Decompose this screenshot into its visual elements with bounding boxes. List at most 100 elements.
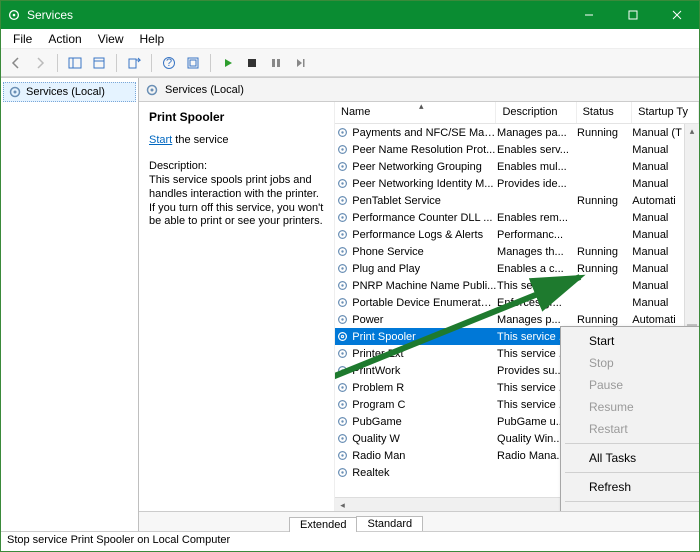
column-name[interactable]: Name — [335, 102, 496, 123]
service-name: Plug and Play — [350, 263, 497, 275]
service-status: Running — [577, 314, 632, 326]
service-row[interactable]: PenTablet ServiceRunningAutomati — [335, 192, 699, 209]
service-description: Performanc... — [497, 229, 577, 241]
service-description: Enables mul... — [497, 161, 577, 173]
service-name: Peer Networking Grouping — [350, 161, 497, 173]
service-row[interactable]: Performance Logs & AlertsPerformanc...Ma… — [335, 226, 699, 243]
service-description: Manages pa... — [497, 127, 577, 139]
selected-service-name: Print Spooler — [149, 110, 324, 124]
description-label: Description: — [149, 160, 324, 172]
service-description: Manages th... — [497, 246, 577, 258]
gear-icon — [8, 85, 22, 99]
menu-view[interactable]: View — [90, 30, 132, 48]
service-row[interactable]: Phone ServiceManages th...RunningManual — [335, 243, 699, 260]
service-row[interactable]: Peer Networking GroupingEnables mul...Ma… — [335, 158, 699, 175]
ctx-start[interactable]: Start — [563, 330, 699, 352]
gear-icon — [335, 228, 350, 241]
gear-icon — [335, 194, 350, 207]
export-button[interactable] — [123, 52, 145, 74]
tab-extended[interactable]: Extended — [289, 517, 357, 532]
stop-service-button[interactable] — [241, 52, 263, 74]
svg-text:?: ? — [166, 57, 172, 69]
gear-icon — [335, 330, 350, 343]
gear-icon — [335, 160, 350, 173]
service-name: PubGame — [350, 416, 497, 428]
service-row[interactable]: Peer Name Resolution Prot...Enables serv… — [335, 141, 699, 158]
services-app-icon — [7, 8, 21, 22]
gear-icon — [335, 126, 350, 139]
menu-help[interactable]: Help — [132, 30, 173, 48]
scroll-up-icon[interactable]: ▴ — [685, 124, 699, 139]
service-description: Provides ide... — [497, 178, 577, 190]
service-name: PenTablet Service — [350, 195, 497, 207]
ctx-properties[interactable]: Properties — [563, 505, 699, 511]
refresh-button[interactable] — [182, 52, 204, 74]
service-name: Peer Networking Identity M... — [350, 178, 497, 190]
service-description: Enforces gr... — [497, 297, 577, 309]
service-description: Enables rem... — [497, 212, 577, 224]
back-button[interactable] — [5, 52, 27, 74]
service-name: Print Spooler — [350, 331, 497, 343]
tab-standard[interactable]: Standard — [356, 516, 423, 531]
gear-icon — [335, 381, 350, 394]
gear-icon — [335, 143, 350, 156]
service-name: Payments and NFC/SE Man... — [350, 127, 497, 139]
context-menu: Start Stop Pause Resume Restart All Task… — [560, 326, 699, 511]
service-name: Performance Logs & Alerts — [350, 229, 497, 241]
service-row[interactable]: PNRP Machine Name Publi...This service .… — [335, 277, 699, 294]
maximize-button[interactable] — [611, 1, 655, 29]
title-bar: Services — [1, 1, 699, 29]
column-startup-type[interactable]: Startup Ty — [632, 102, 699, 123]
service-name: Peer Name Resolution Prot... — [350, 144, 497, 156]
list-header: ▴ Name Description Status Startup Ty — [335, 102, 699, 124]
pane-header: Services (Local) — [139, 78, 699, 102]
window-title: Services — [27, 8, 567, 22]
service-status: Running — [577, 195, 632, 207]
ctx-all-tasks[interactable]: All Tasks — [563, 447, 699, 469]
restart-service-button[interactable] — [289, 52, 311, 74]
service-description: Enables serv... — [497, 144, 577, 156]
pane-header-label: Services (Local) — [165, 84, 244, 96]
service-name: PNRP Machine Name Publi... — [350, 280, 497, 292]
gear-icon — [335, 415, 350, 428]
service-name: Realtek — [350, 467, 497, 479]
gear-icon — [335, 177, 350, 190]
service-name: Performance Counter DLL ... — [350, 212, 497, 224]
tree-pane: Services (Local) — [1, 78, 139, 531]
gear-icon — [335, 279, 350, 292]
help-button[interactable]: ? — [158, 52, 180, 74]
gear-icon — [335, 449, 350, 462]
start-suffix: the service — [172, 134, 228, 146]
detail-panel: Print Spooler Start the service Descript… — [139, 102, 334, 511]
service-row[interactable]: Peer Networking Identity M...Provides id… — [335, 175, 699, 192]
gear-icon — [335, 398, 350, 411]
service-row[interactable]: Portable Device Enumerator...Enforces gr… — [335, 294, 699, 311]
minimize-button[interactable] — [567, 1, 611, 29]
tree-root-services-local[interactable]: Services (Local) — [3, 82, 136, 102]
service-row[interactable]: Performance Counter DLL ...Enables rem..… — [335, 209, 699, 226]
scroll-left-icon[interactable]: ◂ — [335, 498, 350, 511]
forward-button[interactable] — [29, 52, 51, 74]
properties-button[interactable] — [88, 52, 110, 74]
service-name: Quality W — [350, 433, 497, 445]
service-row[interactable]: Payments and NFC/SE Man...Manages pa...R… — [335, 124, 699, 141]
description-text: This service spools print jobs and handl… — [149, 174, 324, 229]
show-hide-tree-button[interactable] — [64, 52, 86, 74]
ctx-refresh[interactable]: Refresh — [563, 476, 699, 498]
service-row[interactable]: Plug and PlayEnables a c...RunningManual — [335, 260, 699, 277]
close-button[interactable] — [655, 1, 699, 29]
gear-icon — [335, 245, 350, 258]
service-name: Radio Man — [350, 450, 497, 462]
service-name: Portable Device Enumerator... — [350, 297, 497, 309]
menu-bar: File Action View Help — [1, 29, 699, 49]
gear-icon — [335, 296, 350, 309]
menu-file[interactable]: File — [5, 30, 40, 48]
column-description[interactable]: Description — [496, 102, 576, 123]
gear-icon — [335, 211, 350, 224]
start-service-button[interactable] — [217, 52, 239, 74]
ctx-restart: Restart — [563, 418, 699, 440]
start-service-link[interactable]: Start — [149, 134, 172, 146]
column-status[interactable]: Status — [577, 102, 633, 123]
pause-service-button[interactable] — [265, 52, 287, 74]
menu-action[interactable]: Action — [40, 30, 89, 48]
